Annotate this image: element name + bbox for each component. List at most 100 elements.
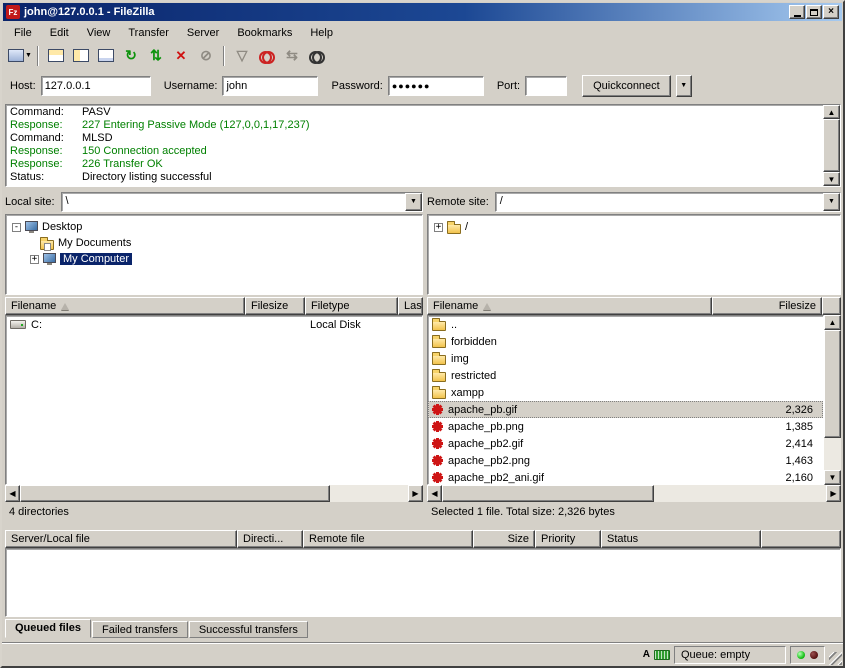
remote-file-row[interactable]: restricted <box>428 367 823 384</box>
column-header-size[interactable]: Size <box>473 530 535 548</box>
tree-item-desktop[interactable]: - Desktop <box>6 219 422 235</box>
tab-successful-transfers[interactable]: Successful transfers <box>189 621 308 638</box>
quickconnect-dropdown-button[interactable]: ▼ <box>676 75 692 97</box>
remote-file-row[interactable]: forbidden <box>428 333 823 350</box>
scroll-left-icon[interactable]: ◀ <box>5 485 20 502</box>
remote-file-row[interactable]: img <box>428 350 823 367</box>
sort-ascending-icon <box>483 303 491 310</box>
directory-comparison-button[interactable] <box>255 45 279 67</box>
scroll-right-icon[interactable]: ▶ <box>826 485 841 502</box>
find-button[interactable] <box>305 45 329 67</box>
tab-queued-files[interactable]: Queued files <box>5 619 91 638</box>
local-list-hscrollbar[interactable]: ◀ ▶ <box>5 485 423 502</box>
column-header-status[interactable]: Status <box>601 530 761 548</box>
remote-file-row[interactable]: apache_pb2_ani.gif 2,160 <box>428 469 823 485</box>
column-header-filesize[interactable]: Filesize <box>245 297 305 315</box>
site-manager-button[interactable]: ▼ <box>8 45 32 67</box>
queue-list[interactable] <box>5 548 841 617</box>
quickconnect-button[interactable]: Quickconnect <box>582 75 671 97</box>
column-header-remote-file[interactable]: Remote file <box>303 530 473 548</box>
cancel-button[interactable]: ✕ <box>169 45 193 67</box>
menu-item-transfer[interactable]: Transfer <box>119 24 178 42</box>
column-header-server-local-file[interactable]: Server/Local file <box>5 530 237 548</box>
remote-site-row: Remote site: / ▼ <box>427 191 841 212</box>
refresh-button[interactable]: ↻ <box>119 45 143 67</box>
log-line: Status:Directory listing successful <box>6 171 823 184</box>
menu-item-view[interactable]: View <box>78 24 120 42</box>
remote-file-row-selected[interactable]: apache_pb.gif 2,326 <box>428 401 823 418</box>
remote-file-row[interactable]: .. <box>428 316 823 333</box>
password-input[interactable] <box>388 76 484 96</box>
remote-site-combo[interactable]: / ▼ <box>495 192 841 212</box>
drive-icon <box>10 320 26 329</box>
remote-file-row[interactable]: apache_pb2.png 1,463 <box>428 452 823 469</box>
expand-icon[interactable]: + <box>434 223 443 232</box>
remote-list-hscrollbar[interactable]: ◀ ▶ <box>427 485 841 502</box>
combo-dropdown-icon[interactable]: ▼ <box>405 193 422 211</box>
menu-item-help[interactable]: Help <box>301 24 342 42</box>
filter-button[interactable]: ▽ <box>230 45 254 67</box>
scroll-up-icon[interactable]: ▲ <box>823 105 840 119</box>
synchronized-browsing-button[interactable]: ⇆ <box>280 45 304 67</box>
maximize-icon <box>810 9 818 16</box>
local-list-header: Filename Filesize Filetype Last modified <box>5 297 423 315</box>
disconnect-button[interactable]: ⊘ <box>194 45 218 67</box>
combo-dropdown-icon[interactable]: ▼ <box>823 193 840 211</box>
remote-file-row[interactable]: xampp <box>428 384 823 401</box>
menu-item-edit[interactable]: Edit <box>41 24 78 42</box>
tree-item-root[interactable]: + / <box>428 219 840 235</box>
remote-file-row[interactable]: apache_pb2.gif 2,414 <box>428 435 823 452</box>
scroll-right-icon[interactable]: ▶ <box>408 485 423 502</box>
queue-tabs: Queued files Failed transfers Successful… <box>5 619 308 638</box>
scroll-left-icon[interactable]: ◀ <box>427 485 442 502</box>
process-queue-button[interactable]: ⇅ <box>144 45 168 67</box>
folder-icon <box>432 355 446 365</box>
remote-site-label: Remote site: <box>427 196 489 208</box>
port-input[interactable] <box>525 76 567 96</box>
column-header-filesize[interactable]: Filesize <box>712 297 822 315</box>
titlebar[interactable]: Fz john@127.0.0.1 - FileZilla × <box>3 3 842 21</box>
resize-grip[interactable] <box>829 652 842 665</box>
local-tree: - Desktop My Documents + My Computer <box>5 214 423 295</box>
column-header-priority[interactable]: Priority <box>535 530 601 548</box>
column-header-filetype[interactable]: Filetype <box>305 297 398 315</box>
column-header-last-modified[interactable]: Last modified <box>398 297 423 315</box>
toggle-queue-button[interactable] <box>94 45 118 67</box>
scroll-up-icon[interactable]: ▲ <box>824 315 841 330</box>
scrollbar-thumb[interactable] <box>20 485 330 502</box>
scrollbar-thumb[interactable] <box>823 119 840 172</box>
maximize-button[interactable] <box>806 5 822 19</box>
local-site-combo[interactable]: \ ▼ <box>61 192 423 212</box>
column-header-filename[interactable]: Filename <box>5 297 245 315</box>
close-button[interactable]: × <box>823 5 839 19</box>
minimize-button[interactable] <box>789 5 805 19</box>
menu-item-server[interactable]: Server <box>178 24 228 42</box>
column-header-direction[interactable]: Directi... <box>237 530 303 548</box>
menu-item-bookmarks[interactable]: Bookmarks <box>228 24 301 42</box>
image-file-icon <box>432 438 443 449</box>
scrollbar-thumb[interactable] <box>824 330 841 438</box>
host-input[interactable] <box>41 76 151 96</box>
tab-failed-transfers[interactable]: Failed transfers <box>92 621 188 638</box>
file-name: img <box>451 353 469 365</box>
local-file-row[interactable]: C: Local Disk <box>6 316 422 333</box>
refresh-icon: ↻ <box>125 47 137 64</box>
username-input[interactable] <box>222 76 318 96</box>
toggle-local-tree-button[interactable] <box>69 45 93 67</box>
scrollbar-thumb[interactable] <box>442 485 654 502</box>
toggle-log-button[interactable] <box>44 45 68 67</box>
column-header-filler <box>761 530 841 548</box>
tree-item-my-computer[interactable]: + My Computer <box>6 251 422 267</box>
expand-icon[interactable]: + <box>30 255 39 264</box>
scroll-down-icon[interactable]: ▼ <box>823 172 840 186</box>
collapse-icon[interactable]: - <box>12 223 21 232</box>
scroll-down-icon[interactable]: ▼ <box>824 470 841 485</box>
remote-list-scrollbar[interactable]: ▲ ▼ <box>824 315 841 485</box>
menu-item-file[interactable]: File <box>5 24 41 42</box>
tree-item-my-documents[interactable]: My Documents <box>6 235 422 251</box>
remote-file-row[interactable]: apache_pb.png 1,385 <box>428 418 823 435</box>
column-header-filename[interactable]: Filename <box>427 297 712 315</box>
folder-icon <box>432 321 446 331</box>
host-label: Host: <box>10 80 36 92</box>
log-scrollbar[interactable]: ▲ ▼ <box>823 105 840 186</box>
